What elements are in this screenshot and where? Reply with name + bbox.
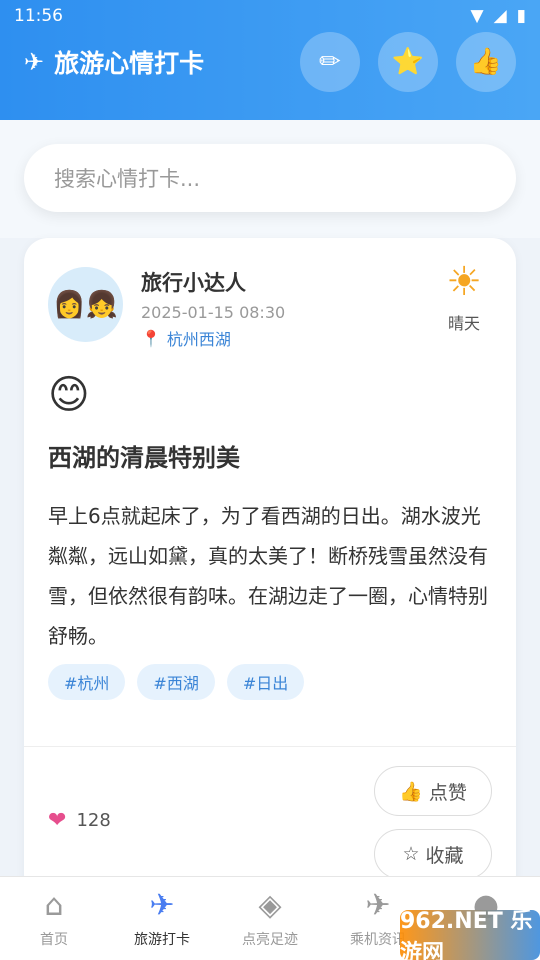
airplane-icon: ✈ <box>24 48 45 76</box>
pencil-icon: ✏ <box>319 47 341 77</box>
heart-icon: ❤ <box>48 808 67 833</box>
favorites-button[interactable]: ⭐ <box>378 32 438 92</box>
tab-label: 乘机资讯 <box>350 932 406 948</box>
home-icon: ⌂ <box>44 888 64 923</box>
pin-icon: 📍 <box>141 328 161 348</box>
post-card[interactable]: 👩👧 旅行小达人 2025-01-15 08:30 📍 杭州西湖 ☀ 晴天 😊 … <box>24 238 516 898</box>
favorite-post-button[interactable]: ☆ 收藏 <box>374 829 492 879</box>
app-title: ✈ 旅游心情打卡 <box>24 44 204 80</box>
like-count-value: 128 <box>76 810 111 831</box>
thumbs-up-icon: 👍 <box>469 47 503 77</box>
title-row: ✈ 旅游心情打卡 ✏ ⭐ 👍 <box>0 32 540 92</box>
star-icon: ⭐ <box>391 47 425 77</box>
favorite-post-label: 收藏 <box>425 844 464 867</box>
status-time: 11:56 <box>14 6 63 26</box>
app-title-text: 旅游心情打卡 <box>54 49 205 78</box>
user-name: 旅行小达人 <box>141 271 246 295</box>
tab-travel-checkin[interactable]: ✈ 旅游打卡 <box>108 877 216 960</box>
tab-label: 旅游打卡 <box>134 932 190 948</box>
tag[interactable]: #杭州 <box>48 664 126 700</box>
tab-footprints[interactable]: ◈ 点亮足迹 <box>216 877 324 960</box>
tag[interactable]: #西湖 <box>137 664 215 700</box>
thumbs-up-icon: 👍 <box>399 780 423 803</box>
search-input[interactable]: 搜索心情打卡... <box>24 144 516 212</box>
layers-icon: ◈ <box>258 888 282 923</box>
search-section: 搜索心情打卡... <box>0 120 540 238</box>
avatar[interactable]: 👩👧 <box>48 267 123 342</box>
like-post-button[interactable]: 👍 点赞 <box>374 766 492 816</box>
tag[interactable]: #日出 <box>226 664 305 700</box>
weather-label: 晴天 <box>447 314 480 333</box>
like-post-label: 点赞 <box>428 781 467 804</box>
location-text: 杭州西湖 <box>166 330 231 349</box>
like-count: ❤ 128 <box>48 808 111 833</box>
weather: ☀ 晴天 <box>436 260 492 334</box>
mood-emoji: 😊 <box>48 372 90 418</box>
tab-label: 首页 <box>40 932 68 948</box>
post-time: 2025-01-15 08:30 <box>141 303 286 322</box>
app-header: 11:56 ▼ ◢ ▮ ✈ 旅游心情打卡 ✏ ⭐ 👍 <box>0 0 540 120</box>
post-content: 早上6点就起床了，为了看西湖的日出。湖水波光粼粼，远山如黛，真的太美了！断桥残雪… <box>48 504 488 648</box>
wifi-icon: ▼ <box>470 6 484 26</box>
location[interactable]: 📍 杭州西湖 <box>141 326 231 350</box>
star-outline-icon: ☆ <box>402 843 420 865</box>
edit-button[interactable]: ✏ <box>300 32 360 92</box>
signal-icon: ◢ <box>493 6 507 26</box>
tab-home[interactable]: ⌂ 首页 <box>0 877 108 960</box>
post-title: 西湖的清晨特别美 <box>48 444 240 472</box>
plane-icon: ✈ <box>365 888 391 923</box>
header-actions: ✏ ⭐ 👍 <box>300 32 516 92</box>
like-button[interactable]: 👍 <box>456 32 516 92</box>
battery-icon: ▮ <box>516 6 526 26</box>
airplane-icon: ✈ <box>149 888 175 923</box>
tag-list: #杭州 #西湖 #日出 <box>48 664 305 700</box>
status-icons: ▼ ◢ ▮ <box>470 6 526 26</box>
tab-label: 点亮足迹 <box>242 932 298 948</box>
sun-icon: ☀ <box>446 259 482 305</box>
divider <box>24 746 516 747</box>
status-bar: 11:56 ▼ ◢ ▮ <box>0 0 540 32</box>
search-placeholder: 搜索心情打卡... <box>54 167 201 191</box>
site-watermark: 962.NET 乐游网 <box>400 909 540 960</box>
